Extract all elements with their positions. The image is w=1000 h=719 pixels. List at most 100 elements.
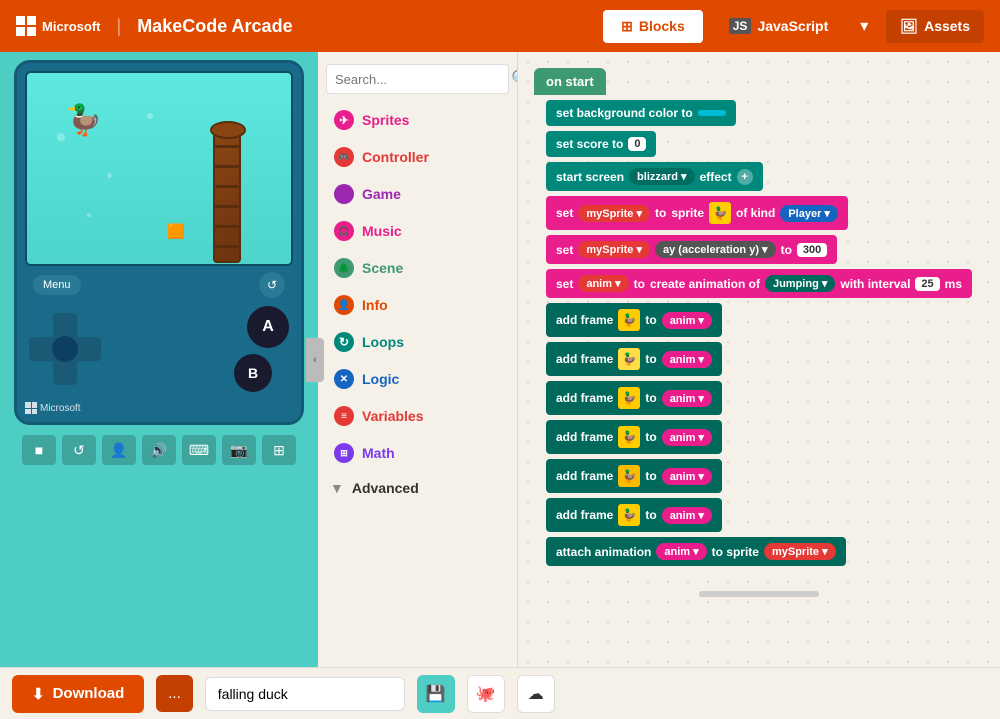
block-add-frame-3[interactable]: add frame 🦆 to anim ▾ — [534, 381, 984, 415]
project-name-input[interactable] — [205, 677, 405, 711]
ay-value[interactable]: 300 — [797, 243, 827, 257]
block-set-bg[interactable]: set background color to — [534, 100, 984, 126]
player-pill[interactable]: Player ▾ — [780, 205, 838, 222]
audio-button[interactable]: 🔊 — [142, 435, 176, 465]
workspace[interactable]: on start set background color to set sco… — [518, 52, 1000, 667]
more-button[interactable]: ... — [156, 675, 193, 712]
logic-icon: ✕ — [334, 369, 354, 389]
block-set-ay[interactable]: set mySprite ▾ ay (acceleration y) ▾ to … — [534, 235, 984, 264]
sprites-icon: ✈ — [334, 110, 354, 130]
frame-thumb-6[interactable]: 🦆 — [618, 504, 640, 526]
download-icon: ⬇ — [32, 685, 45, 703]
loops-icon: ↻ — [334, 332, 354, 352]
simulator-panel: 🦆 🟧 Menu ↺ — [0, 52, 318, 667]
block-add-frame-5[interactable]: add frame 🦆 to anim ▾ — [534, 459, 984, 493]
category-music[interactable]: 🎧 Music — [322, 213, 513, 249]
color-pill[interactable] — [698, 110, 726, 116]
tab-javascript[interactable]: JS JavaScript — [715, 10, 843, 42]
category-logic[interactable]: ✕ Logic — [322, 361, 513, 397]
tab-dropdown[interactable]: ▾ — [854, 8, 874, 44]
add-sim-button[interactable]: 👤 — [102, 435, 136, 465]
block-attach-anim[interactable]: attach animation anim ▾ to sprite mySpri… — [534, 537, 984, 566]
category-variables[interactable]: ≡ Variables — [322, 398, 513, 434]
block-add-frame-4[interactable]: add frame 🦆 to anim ▾ — [534, 420, 984, 454]
interval-value[interactable]: 25 — [915, 277, 939, 291]
block-set-mysprite[interactable]: set mySprite ▾ to sprite 🦆 of kind Playe… — [534, 196, 984, 230]
anim-pill-6[interactable]: anim ▾ — [662, 507, 712, 524]
frame-thumb-1[interactable]: 🦆 — [618, 309, 640, 331]
restart-button[interactable]: ↺ — [62, 435, 96, 465]
anim-pill-5[interactable]: anim ▾ — [662, 468, 712, 485]
save-button[interactable]: 💾 — [417, 675, 455, 713]
anim-pill-3[interactable]: anim ▾ — [662, 390, 712, 407]
scrollbar-thumb[interactable] — [699, 591, 819, 597]
advanced-chevron-icon: ▼ — [330, 480, 344, 496]
js-icon: JS — [729, 18, 752, 34]
frame-thumb-3[interactable]: 🦆 — [618, 387, 640, 409]
screenshot-button[interactable]: 📷 — [222, 435, 256, 465]
anim-attach-pill[interactable]: anim ▾ — [656, 543, 706, 560]
refresh-button[interactable]: ↺ — [259, 272, 285, 298]
category-controller[interactable]: 🎮 Controller — [322, 139, 513, 175]
github-button[interactable]: 🐙 — [467, 675, 505, 713]
category-info[interactable]: 👤 Info — [322, 287, 513, 323]
block-add-frame-1[interactable]: add frame 🦆 to anim ▾ — [534, 303, 984, 337]
search-icon: 🔍 — [511, 69, 518, 89]
frame-thumb-5[interactable]: 🦆 — [618, 465, 640, 487]
a-button[interactable]: A — [247, 306, 289, 348]
block-start-screen[interactable]: start screen blizzard ▾ effect + — [534, 162, 984, 191]
blizzard-pill[interactable]: blizzard ▾ — [629, 168, 695, 185]
category-scene[interactable]: 🌲 Scene — [322, 250, 513, 286]
cloud-button[interactable]: ☁ — [517, 675, 555, 713]
block-set-anim[interactable]: set anim ▾ to create animation of Jumpin… — [534, 269, 984, 298]
barrel-top — [210, 121, 246, 139]
duck-sprite: 🦆 — [65, 103, 102, 138]
category-sprites[interactable]: ✈ Sprites — [322, 102, 513, 138]
search-input[interactable] — [335, 72, 511, 87]
anim-pill-2[interactable]: anim ▾ — [662, 351, 712, 368]
categories-panel: 🔍 ✈ Sprites 🎮 Controller Game 🎧 Music 🌲 … — [318, 52, 518, 667]
blocks-area: on start set background color to set sco… — [518, 52, 1000, 667]
category-loops[interactable]: ↻ Loops — [322, 324, 513, 360]
game-icon — [334, 184, 354, 204]
dpad[interactable] — [29, 313, 101, 385]
score-value[interactable]: 0 — [628, 137, 646, 151]
anim-pill-4[interactable]: anim ▾ — [662, 429, 712, 446]
anim-pill[interactable]: anim ▾ — [578, 275, 628, 292]
controls-row: Menu ↺ — [25, 266, 293, 298]
brand-title: MakeCode Arcade — [137, 16, 292, 37]
ay-pill[interactable]: ay (acceleration y) ▾ — [655, 241, 776, 258]
collapse-button[interactable]: ‹ — [306, 338, 324, 382]
mysprite-attach-pill[interactable]: mySprite ▾ — [764, 543, 836, 560]
frame-thumb-2[interactable]: 🦆 — [618, 348, 640, 370]
on-start-block[interactable]: on start — [534, 68, 606, 95]
download-button[interactable]: ⬇ Download — [12, 675, 144, 713]
math-icon: ⊞ — [334, 443, 354, 463]
dpad-ab: A B — [25, 298, 293, 400]
block-add-frame-6[interactable]: add frame 🦆 to anim ▾ — [534, 498, 984, 532]
stop-button[interactable]: ■ — [22, 435, 56, 465]
jumping-pill[interactable]: Jumping ▾ — [765, 275, 835, 292]
category-math[interactable]: ⊞ Math — [322, 435, 513, 471]
search-bar[interactable]: 🔍 — [326, 64, 509, 94]
block-set-score[interactable]: set score to 0 — [534, 131, 984, 157]
keyboard-button[interactable]: ⌨ — [182, 435, 216, 465]
category-game[interactable]: Game — [322, 176, 513, 212]
anim-pill-1[interactable]: anim ▾ — [662, 312, 712, 329]
sprite-thumbnail[interactable]: 🦆 — [709, 202, 731, 224]
mysprite-pill[interactable]: mySprite ▾ — [578, 205, 650, 222]
save-icon: 💾 — [426, 684, 446, 704]
plus-icon[interactable]: + — [737, 169, 753, 185]
block-text: set score to — [556, 137, 623, 151]
mysprite-pill2[interactable]: mySprite ▾ — [578, 241, 650, 258]
tab-blocks[interactable]: ⊞ Blocks — [603, 10, 703, 43]
tab-assets[interactable]: 🖼 Assets — [886, 10, 984, 43]
block-add-frame-2[interactable]: add frame 🦆 to anim ▾ — [534, 342, 984, 376]
header: Microsoft | MakeCode Arcade ⊞ Blocks JS … — [0, 0, 1000, 52]
b-button[interactable]: B — [234, 354, 272, 392]
game-screen: 🦆 🟧 — [25, 71, 293, 266]
fullscreen-button[interactable]: ⊞ — [262, 435, 296, 465]
category-advanced[interactable]: ▼ Advanced — [318, 472, 517, 504]
menu-button[interactable]: Menu — [33, 275, 81, 295]
frame-thumb-4[interactable]: 🦆 — [618, 426, 640, 448]
